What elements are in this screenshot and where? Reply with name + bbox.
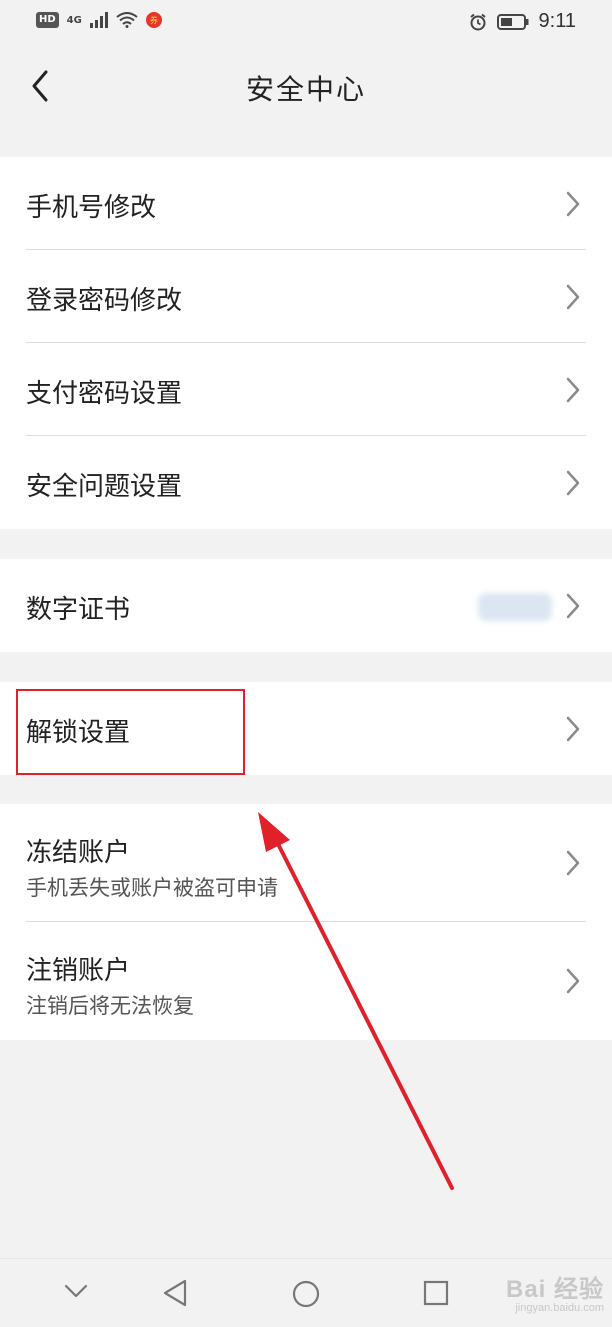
list-item-phone-change[interactable]: 手机号修改 [0,157,612,250]
list-item-label: 冻结账户 [26,838,131,868]
list-item-description: 手机丢失或账户被盗可申请 [26,876,278,900]
status-right: 9:11 [469,10,576,33]
list-item-label: 手机号修改 [26,193,157,223]
list-item-freeze-account[interactable]: 冻结账户 手机丢失或账户被盗可申请 [0,804,612,922]
list-item-label: 登录密码修改 [26,286,183,316]
battery-icon [496,13,529,30]
chevron-right-icon [566,850,580,876]
svg-text:券: 券 [150,15,158,25]
page-title: 安全中心 [245,73,366,106]
chevron-right-icon [566,968,580,994]
list-item-pay-password[interactable]: 支付密码设置 [0,343,612,436]
chevron-right-icon [566,716,580,742]
blurred-status-value [478,593,552,621]
recents-square-icon[interactable] [423,1280,449,1306]
list-item-login-password[interactable]: 登录密码修改 [0,250,612,343]
status-left: HD 4G 券 [36,12,162,28]
notification-icon: 券 [145,12,162,28]
list-item-close-account[interactable]: 注销账户 注销后将无法恢复 [0,922,612,1040]
network-type: 4G [66,14,82,26]
status-time: 9:11 [538,10,576,32]
list-item-security-question[interactable]: 安全问题设置 [0,436,612,529]
wifi-icon [116,12,138,28]
collapse-icon[interactable] [64,1283,88,1299]
hd-badge: HD [36,12,59,28]
status-bar: HD 4G 券 9:11 [0,0,612,44]
chevron-right-icon [566,377,580,403]
account-danger-group: 冻结账户 手机丢失或账户被盗可申请 注销账户 注销后将无法恢复 [0,804,612,1040]
annotation-highlight-box [16,689,245,775]
chevron-right-icon [566,470,580,496]
watermark-sub: jingyan.baidu.com [515,1302,604,1314]
list-item-label: 支付密码设置 [26,379,183,409]
baidu-watermark: Bai 经验 jingyan.baidu.com [506,1269,604,1314]
certificate-group: 数字证书 [0,559,612,652]
home-circle-icon[interactable] [291,1279,321,1309]
chevron-right-icon [566,593,580,619]
account-settings-group: 手机号修改 登录密码修改 支付密码设置 安全问题设置 [0,157,612,529]
list-item-label: 注销账户 [26,956,131,986]
chevron-right-icon [566,191,580,217]
system-navigation-bar: Bai 经验 jingyan.baidu.com [0,1258,612,1327]
list-item-label: 安全问题设置 [26,472,183,502]
back-triangle-icon[interactable] [162,1279,188,1307]
header: 安全中心 [0,44,612,128]
signal-icon [89,12,108,28]
list-item-digital-certificate[interactable]: 数字证书 [0,559,612,652]
chevron-right-icon [566,284,580,310]
alarm-icon [469,13,486,30]
list-item-label: 数字证书 [26,595,131,625]
watermark-main: Bai 经验 [505,1276,604,1303]
list-item-description: 注销后将无法恢复 [26,994,194,1018]
